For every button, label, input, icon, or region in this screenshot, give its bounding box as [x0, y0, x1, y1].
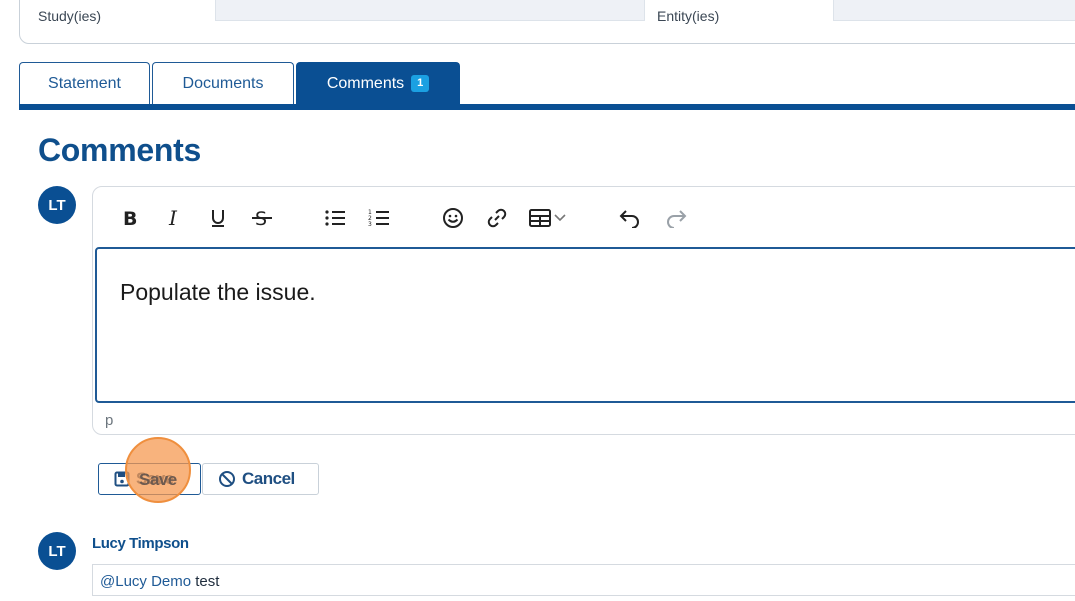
editor-text: Populate the issue.: [120, 279, 316, 305]
study-label: Study(ies): [38, 8, 102, 24]
entity-field[interactable]: [833, 0, 1075, 21]
comments-count-badge: 1: [411, 75, 430, 92]
bold-icon[interactable]: B: [115, 202, 145, 234]
svg-text:3: 3: [368, 221, 372, 228]
cancel-button[interactable]: Cancel: [202, 463, 319, 495]
page-title: Comments: [38, 132, 201, 168]
tab-bar: Statement Documents Comments 1: [19, 62, 1075, 110]
comment-avatar: LT: [38, 532, 76, 570]
save-icon: [114, 471, 130, 487]
entity-label: Entity(ies): [657, 8, 720, 24]
link-icon[interactable]: [482, 202, 512, 234]
strikethrough-icon[interactable]: S: [247, 202, 277, 234]
emoji-icon[interactable]: [438, 202, 468, 234]
undo-icon[interactable]: [615, 202, 645, 234]
avatar: LT: [38, 186, 76, 224]
ban-icon: [218, 470, 236, 488]
comment-author: Lucy Timpson: [92, 535, 189, 552]
tab-label: Comments: [326, 74, 405, 92]
italic-icon[interactable]: I: [159, 202, 189, 234]
underline-icon[interactable]: [203, 202, 233, 234]
chevron-down-icon[interactable]: [550, 202, 570, 234]
comment-text: test: [191, 573, 220, 590]
svg-text:B: B: [123, 208, 137, 229]
tab-underline: [19, 104, 1075, 110]
study-field[interactable]: [215, 0, 645, 21]
svg-text:I: I: [168, 207, 178, 229]
tab-statement[interactable]: Statement: [19, 62, 150, 104]
numbered-list-icon[interactable]: 123: [364, 202, 394, 234]
filters-card: Study(ies) Entity(ies): [19, 0, 1075, 44]
comment-body: @Lucy Demo test: [92, 564, 1075, 596]
editor-toolbar: B I S 123: [93, 187, 1075, 247]
comment-editor: B I S 123 Populate the issue. p: [92, 186, 1075, 435]
tab-documents[interactable]: Documents: [152, 62, 294, 104]
tab-label: Statement: [48, 74, 121, 92]
redo-icon[interactable]: [661, 202, 691, 234]
cancel-button-label: Cancel: [242, 469, 295, 488]
tab-comments[interactable]: Comments 1: [296, 62, 460, 104]
bullet-list-icon[interactable]: [320, 202, 350, 234]
save-label-highlighted: Save: [139, 470, 177, 489]
comment-mention[interactable]: @Lucy Demo: [100, 573, 191, 590]
tab-label: Documents: [182, 74, 264, 92]
editor-content-area[interactable]: Populate the issue.: [95, 247, 1075, 403]
editor-element-path: p: [105, 412, 114, 429]
